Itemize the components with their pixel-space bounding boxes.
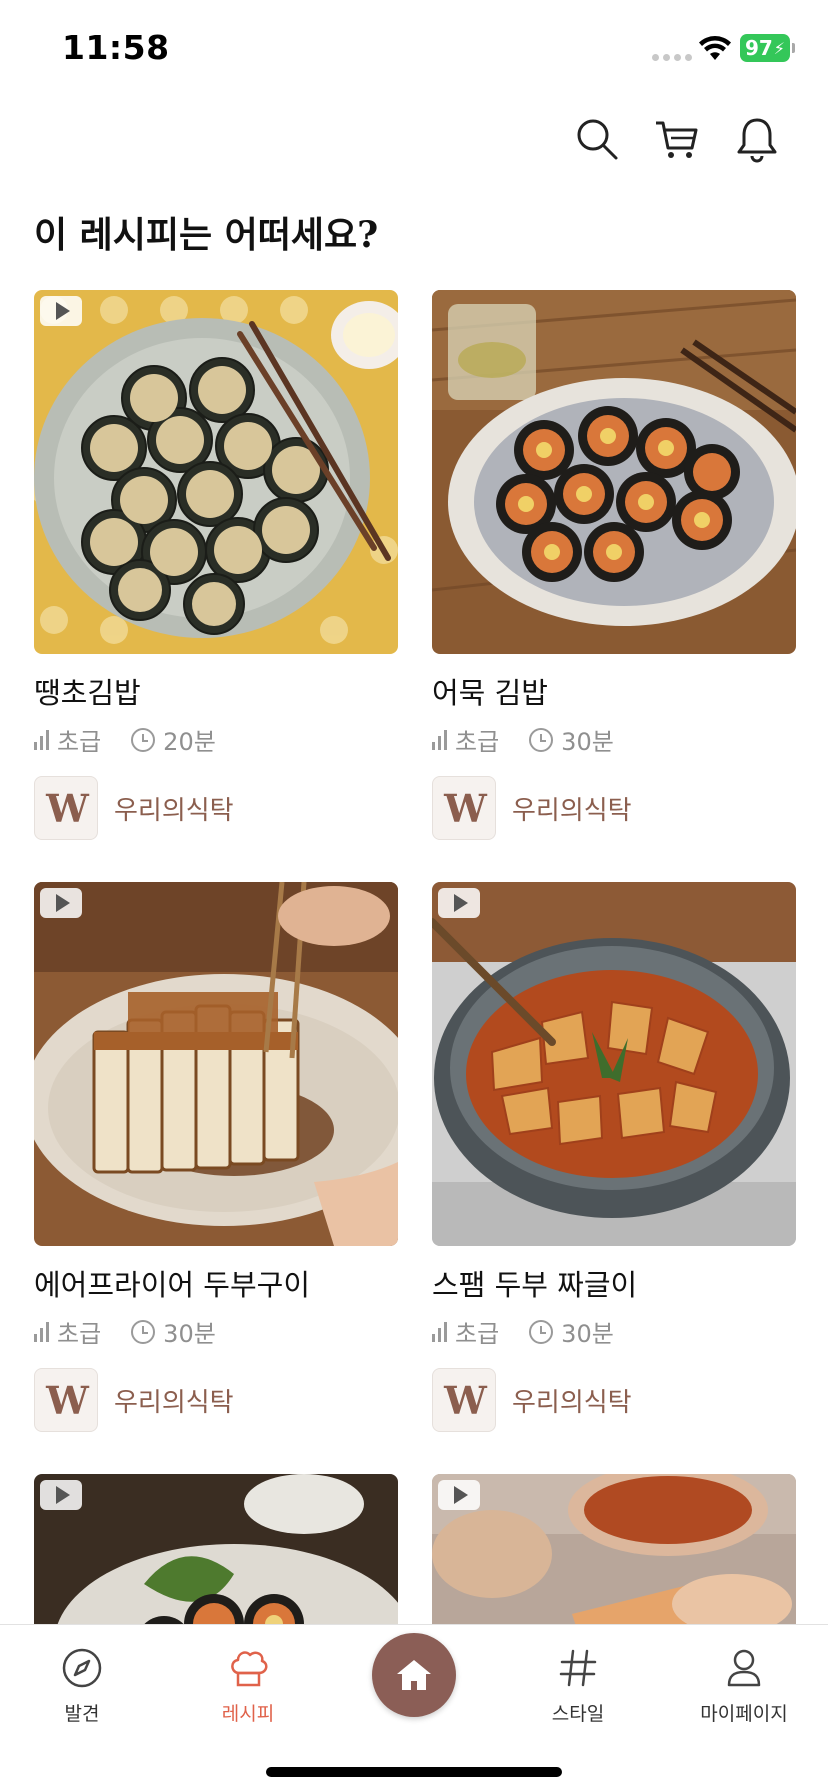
difficulty-icon [432, 729, 447, 750]
top-toolbar [0, 114, 828, 170]
tab-label: 레시피 [221, 1703, 275, 1725]
author-logo: W [432, 776, 496, 840]
recipe-thumbnail[interactable] [432, 290, 796, 654]
chef-hat-icon [231, 1651, 268, 1687]
home-icon [397, 1660, 431, 1690]
tab-style[interactable]: 스타일 [508, 1645, 648, 1735]
clock-icon [131, 1319, 156, 1344]
author-logo: W [34, 1368, 98, 1432]
difficulty-label: 초급 [455, 728, 500, 756]
recipe-image [34, 882, 398, 1246]
cook-time: 30분 [561, 1320, 614, 1348]
battery-indicator: 97 ⚡ [740, 34, 790, 62]
play-icon [40, 888, 82, 918]
author-row[interactable]: W 우리의식탁 [34, 776, 234, 840]
recipe-thumbnail[interactable] [34, 290, 398, 654]
clock-icon [529, 1319, 554, 1344]
recipe-title: 어묵 김밥 [432, 676, 548, 710]
search-icon[interactable] [572, 114, 622, 164]
home-button[interactable] [372, 1633, 456, 1717]
author-logo: W [432, 1368, 496, 1432]
recipe-card[interactable]: 스팸 두부 짜글이 초급 30분 W 우리의식탁 [432, 882, 796, 1432]
play-icon [438, 888, 480, 918]
compass-icon [62, 1648, 102, 1688]
hashtag-icon [559, 1649, 597, 1687]
author-row[interactable]: W 우리의식탁 [432, 776, 632, 840]
difficulty-icon [34, 729, 49, 750]
clock-icon [529, 727, 554, 752]
wifi-icon [698, 34, 732, 62]
cart-icon[interactable] [652, 114, 702, 164]
recipe-card[interactable]: 어묵 김밥 초급 30분 W 우리의식탁 [432, 290, 796, 840]
author-row[interactable]: W 우리의식탁 [34, 1368, 234, 1432]
recipe-thumbnail[interactable] [34, 882, 398, 1246]
tab-recipe[interactable]: 레시피 [178, 1645, 318, 1735]
recipe-meta: 초급 30분 [34, 1314, 216, 1349]
recipe-title: 에어프라이어 두부구이 [34, 1268, 311, 1302]
difficulty-label: 초급 [57, 1320, 102, 1348]
home-indicator [266, 1767, 562, 1777]
person-icon [727, 1649, 761, 1687]
recipe-meta: 초급 20분 [34, 722, 216, 757]
recipe-image [432, 882, 796, 1246]
author-name: 우리의식탁 [114, 1387, 234, 1418]
cook-time: 30분 [561, 728, 614, 756]
tab-label: 스타일 [551, 1703, 605, 1725]
author-row[interactable]: W 우리의식탁 [432, 1368, 632, 1432]
play-icon [40, 1480, 82, 1510]
bell-icon[interactable] [732, 114, 782, 164]
section-title: 이 레시피는 어떠세요? [34, 214, 379, 256]
cellular-signal-icon [652, 54, 692, 61]
recipe-card[interactable]: 땡초김밥 초급 20분 W 우리의식탁 [34, 290, 398, 840]
recipe-meta: 초급 30분 [432, 722, 614, 757]
tab-mypage[interactable]: 마이페이지 [674, 1645, 814, 1735]
recipe-card[interactable]: 에어프라이어 두부구이 초급 30분 W 우리의식탁 [34, 882, 398, 1432]
recipe-title: 스팸 두부 짜글이 [432, 1268, 638, 1302]
battery-level: 97 [744, 36, 773, 60]
recipe-meta: 초급 30분 [432, 1314, 614, 1349]
difficulty-icon [432, 1321, 447, 1342]
tab-label: 마이페이지 [700, 1703, 788, 1725]
author-name: 우리의식탁 [114, 795, 234, 826]
status-time: 11:58 [62, 28, 170, 67]
recipe-thumbnail[interactable] [432, 882, 796, 1246]
author-name: 우리의식탁 [512, 795, 632, 826]
battery-nub [792, 43, 795, 53]
bottom-tab-bar: 발견 레시피 스타일 마이페이지 [0, 1624, 828, 1792]
author-name: 우리의식탁 [512, 1387, 632, 1418]
tab-label: 발견 [64, 1703, 100, 1725]
difficulty-label: 초급 [57, 728, 102, 756]
clock-icon [131, 727, 156, 752]
cook-time: 20분 [163, 728, 216, 756]
difficulty-label: 초급 [455, 1320, 500, 1348]
author-logo: W [34, 776, 98, 840]
play-icon [40, 296, 82, 326]
recipe-image [34, 290, 398, 654]
cook-time: 30분 [163, 1320, 216, 1348]
play-icon [438, 1480, 480, 1510]
recipe-image [432, 290, 796, 654]
recipe-title: 땡초김밥 [34, 676, 141, 710]
tab-discover[interactable]: 발견 [12, 1645, 152, 1735]
status-bar: 11:58 97 ⚡ [0, 0, 828, 100]
difficulty-icon [34, 1321, 49, 1342]
